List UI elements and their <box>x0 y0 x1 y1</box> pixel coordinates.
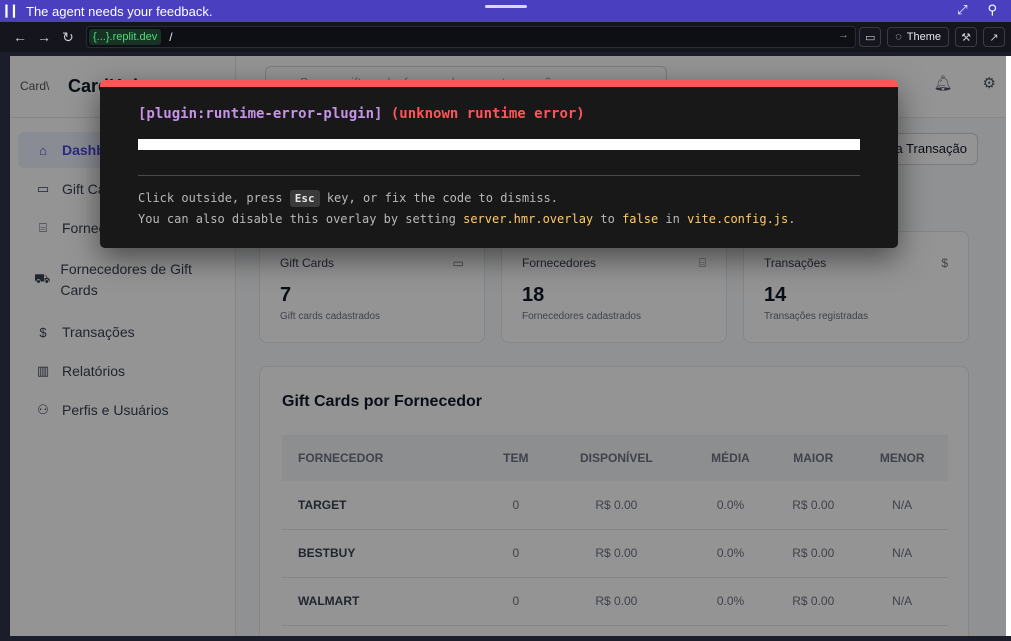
error-plugin: [plugin:runtime-error-plugin] <box>138 106 383 122</box>
tip-text: in <box>658 212 688 226</box>
palette-icon: ◌ <box>895 31 902 43</box>
back-icon[interactable]: ← <box>8 29 32 45</box>
reload-icon[interactable]: ↻ <box>56 29 80 46</box>
url-path: / <box>169 30 173 44</box>
error-message: (unknown runtime error) <box>390 106 585 122</box>
go-icon[interactable]: → <box>838 29 849 41</box>
error-stack-frame <box>138 139 860 150</box>
error-overlay: [plugin:runtime-error-plugin] (unknown r… <box>100 80 898 248</box>
tip-text: to <box>593 212 623 226</box>
popout-icon[interactable]: ⤢ <box>957 2 967 18</box>
devtools-icon[interactable]: ⚒ <box>955 27 977 47</box>
open-new-tab-icon[interactable]: ↗ <box>983 27 1005 47</box>
url-bar[interactable]: {...}.replit.dev / → <box>86 26 856 48</box>
error-heading: [plugin:runtime-error-plugin] (unknown r… <box>138 106 585 122</box>
tip-line-1: Click outside, press Esc key, or fix the… <box>138 188 795 209</box>
config-file: vite.config.js <box>687 212 789 226</box>
error-tip: Click outside, press Esc key, or fix the… <box>138 188 795 230</box>
drag-handle[interactable] <box>485 5 527 8</box>
divider <box>138 175 860 176</box>
agent-feedback-bar: ▎▎ The agent needs your feedback. ⤢ ⚲ <box>0 0 1011 22</box>
tip-line-2: You can also disable this overlay by set… <box>138 209 795 230</box>
agent-message: The agent needs your feedback. <box>26 3 213 19</box>
pin-icon[interactable]: ⚲ <box>987 2 997 18</box>
tip-text: You can also disable this overlay by set… <box>138 212 464 226</box>
config-value: false <box>622 212 659 226</box>
url-domain: {...}.replit.dev <box>89 29 162 45</box>
theme-button[interactable]: ◌ Theme <box>887 27 949 47</box>
browser-toolbar: ← → ↻ {...}.replit.dev / → ▭ ◌ Theme ⚒ ↗ <box>0 22 1011 52</box>
esc-key: Esc <box>289 190 320 207</box>
device-icon[interactable]: ▭ <box>859 27 882 47</box>
pause-icon[interactable]: ▎▎ <box>0 5 26 18</box>
tip-text: key, or fix the code to dismiss. <box>319 191 559 205</box>
theme-label: Theme <box>906 31 941 43</box>
config-key: server.hmr.overlay <box>463 212 594 226</box>
forward-icon[interactable]: → <box>32 29 56 45</box>
tip-text: Click outside, press <box>138 191 290 205</box>
scrollbar[interactable] <box>1006 56 1011 636</box>
tip-text: . <box>788 212 796 226</box>
